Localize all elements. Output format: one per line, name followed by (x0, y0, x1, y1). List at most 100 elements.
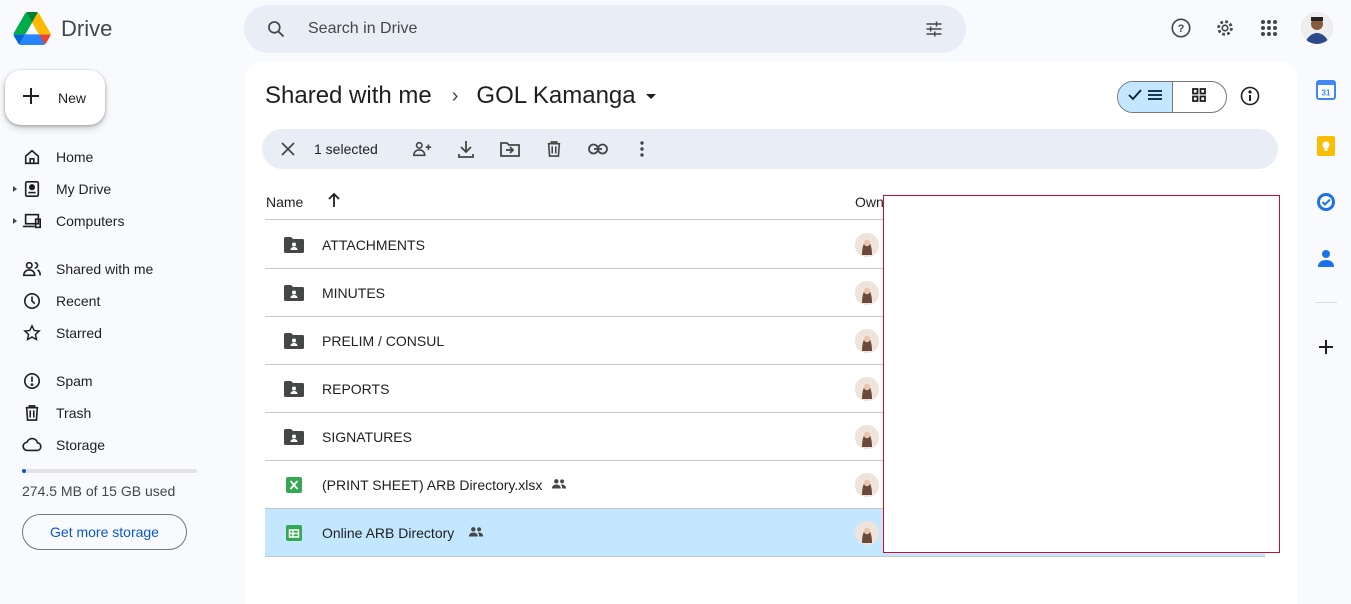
sidebar-item-recent[interactable]: Recent (0, 285, 230, 317)
search-input[interactable]: Search in Drive (308, 20, 922, 38)
search-bar[interactable]: Search in Drive (244, 5, 966, 53)
calendar-icon[interactable]: 31 (1314, 78, 1338, 102)
file-name: ATTACHMENTS (322, 237, 425, 253)
shared-folder-icon (284, 379, 304, 399)
sidebar-item-label: Recent (56, 293, 101, 309)
sidebar-item-storage[interactable]: Storage (0, 429, 230, 461)
shared-icon (22, 259, 42, 279)
cloud-icon (22, 435, 42, 455)
file-name: SIGNATURES (322, 429, 412, 445)
sidebar-item-trash[interactable]: Trash (0, 397, 230, 429)
clock-icon (22, 291, 42, 311)
sidebar-item-label: Shared with me (56, 261, 154, 277)
copy-link-icon[interactable] (576, 143, 620, 155)
sidebar-item-label: Starred (56, 325, 102, 341)
list-icon (1147, 88, 1162, 106)
sidebar-item-label: Trash (56, 405, 92, 421)
expand-arrow-icon[interactable] (13, 186, 17, 192)
view-toggle (1117, 81, 1227, 113)
search-icon[interactable] (264, 17, 288, 41)
sidebar-item-shared-with-me[interactable]: Shared with me (0, 253, 230, 285)
drive-logo-icon (13, 12, 51, 45)
breadcrumb: Shared with me › GOL Kamanga (265, 82, 656, 110)
owner-avatar (855, 233, 879, 257)
download-icon[interactable] (444, 140, 488, 158)
rail-divider (1315, 302, 1337, 303)
file-name: MINUTES (322, 285, 385, 301)
plus-icon (22, 87, 40, 108)
owner-avatar (855, 281, 879, 305)
sidebar-item-computers[interactable]: Computers (0, 205, 230, 237)
share-icon[interactable] (400, 140, 444, 158)
help-icon[interactable]: ? (1169, 16, 1193, 40)
sheets-file-icon (284, 523, 304, 543)
list-view-button[interactable] (1118, 82, 1173, 112)
grid-icon (1192, 87, 1207, 107)
expand-arrow-icon[interactable] (13, 218, 17, 224)
owner-avatar (855, 377, 879, 401)
shared-folder-icon (284, 331, 304, 351)
home-icon (22, 147, 42, 167)
file-name: Online ARB Directory (322, 525, 455, 541)
search-options-icon[interactable] (922, 17, 946, 41)
shared-folder-icon (284, 283, 304, 303)
sidebar-item-home[interactable]: Home (0, 141, 230, 173)
svg-text:?: ? (1178, 23, 1185, 35)
dropdown-arrow-icon[interactable] (645, 93, 656, 99)
owner-avatar (855, 329, 879, 353)
sidebar-item-my-drive[interactable]: My Drive (0, 173, 230, 205)
app-name: Drive (61, 15, 113, 41)
new-button[interactable]: New (5, 70, 105, 125)
file-name: (PRINT SHEET) ARB Directory.xlsx (322, 477, 543, 493)
my-drive-icon (22, 179, 42, 199)
apps-grid-icon[interactable] (1257, 16, 1281, 40)
account-avatar[interactable] (1301, 12, 1333, 44)
sidebar-item-label: Home (56, 149, 94, 165)
storage-progress-fill (22, 469, 26, 473)
owner-avatar (855, 473, 879, 497)
sort-arrow-up-icon[interactable] (327, 192, 341, 211)
keep-icon[interactable] (1314, 134, 1338, 158)
sidebar-item-label: Spam (56, 373, 93, 389)
move-icon[interactable] (488, 141, 532, 157)
contacts-icon[interactable] (1314, 246, 1338, 270)
shared-people-icon (551, 477, 567, 493)
trash-icon (22, 403, 42, 423)
column-header-owner[interactable]: Own (855, 194, 884, 210)
sidebar-item-label: Storage (56, 437, 106, 453)
get-more-storage-button[interactable]: Get more storage (22, 514, 187, 550)
column-header-name[interactable]: Name (266, 194, 303, 210)
sidebar-item-spam[interactable]: Spam (0, 365, 230, 397)
breadcrumb-current[interactable]: GOL Kamanga (476, 82, 635, 110)
svg-text:31: 31 (1322, 89, 1331, 98)
selection-count: 1 selected (314, 141, 378, 157)
star-icon (22, 323, 42, 343)
new-button-label: New (58, 89, 87, 106)
file-name: PRELIM / CONSUL (322, 333, 445, 349)
sidebar-item-starred[interactable]: Starred (0, 317, 230, 349)
delete-icon[interactable] (532, 140, 576, 158)
clear-selection-icon[interactable] (272, 142, 304, 156)
shared-folder-icon (284, 235, 304, 255)
storage-progress-bar (22, 469, 197, 473)
file-name: REPORTS (322, 381, 390, 397)
more-actions-icon[interactable] (620, 141, 664, 157)
settings-icon[interactable] (1213, 16, 1237, 40)
owner-avatar (855, 425, 879, 449)
redacted-region (883, 195, 1280, 553)
excel-file-icon (284, 475, 304, 495)
check-icon (1128, 88, 1142, 106)
info-icon[interactable] (1240, 86, 1260, 111)
add-addon-icon[interactable] (1314, 335, 1338, 359)
tasks-icon[interactable] (1314, 190, 1338, 214)
drive-logo[interactable]: Drive (13, 12, 112, 45)
computers-icon (22, 211, 42, 231)
spam-icon (22, 371, 42, 391)
storage-usage-text: 274.5 MB of 15 GB used (22, 483, 176, 499)
breadcrumb-parent[interactable]: Shared with me (265, 82, 432, 110)
sidebar-item-label: Computers (56, 213, 125, 229)
sidebar-item-label: My Drive (56, 181, 112, 197)
shared-folder-icon (284, 427, 304, 447)
grid-view-button[interactable] (1173, 82, 1227, 112)
side-panel-rail: 31 (1314, 78, 1338, 391)
